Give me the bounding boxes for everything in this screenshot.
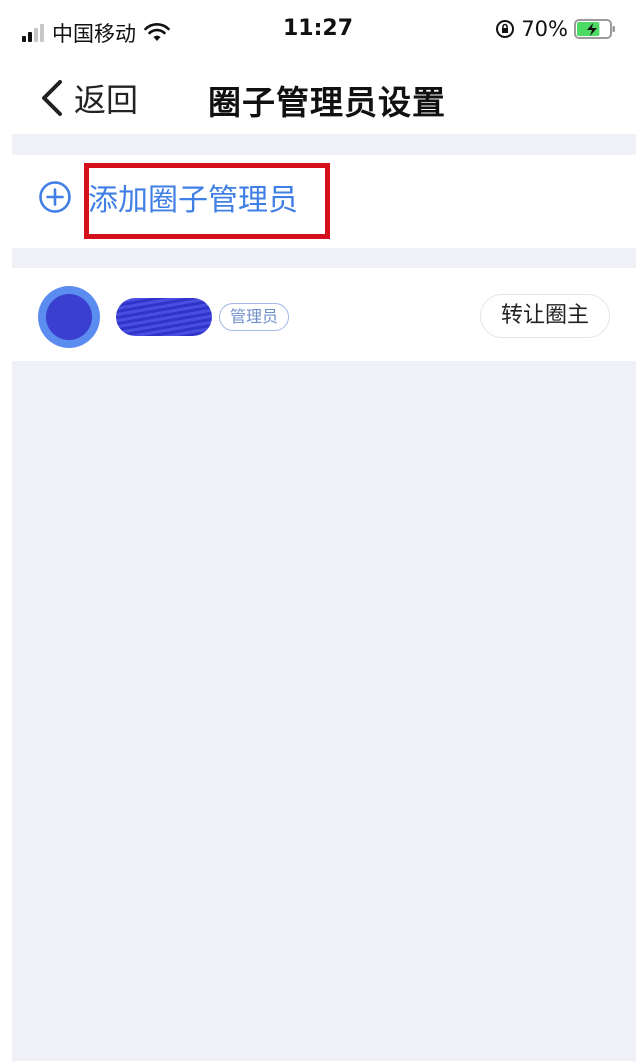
empty-list-area [12, 361, 636, 1061]
back-label: 返回 [74, 81, 139, 119]
section-divider [12, 134, 636, 155]
battery-charging-icon [574, 19, 615, 39]
rotation-lock-icon [496, 20, 515, 38]
plus-circle-icon [39, 181, 71, 213]
page-title: 圈子管理员设置 [208, 83, 446, 122]
section-divider [12, 248, 636, 268]
status-right: 70% [495, 17, 616, 41]
screen: 中国移动 11:27 70% 返回 圈子管理员设置 添加圈子管理员 管理员 转让… [0, 0, 636, 1061]
chevron-left-icon [42, 80, 62, 116]
role-badge: 管理员 [219, 303, 290, 331]
navigation-bar: 返回 圈子管理员设置 [0, 64, 636, 134]
back-button[interactable]: 返回 [38, 72, 138, 124]
member-name-redacted [116, 298, 212, 336]
battery-percent: 70% [521, 17, 568, 41]
transfer-owner-button[interactable]: 转让圈主 [479, 294, 610, 338]
status-bar: 中国移动 11:27 70% [0, 0, 636, 64]
highlight-annotation-box [84, 163, 330, 239]
member-row: 管理员 转让圈主 [12, 268, 636, 361]
avatar[interactable] [38, 286, 100, 348]
